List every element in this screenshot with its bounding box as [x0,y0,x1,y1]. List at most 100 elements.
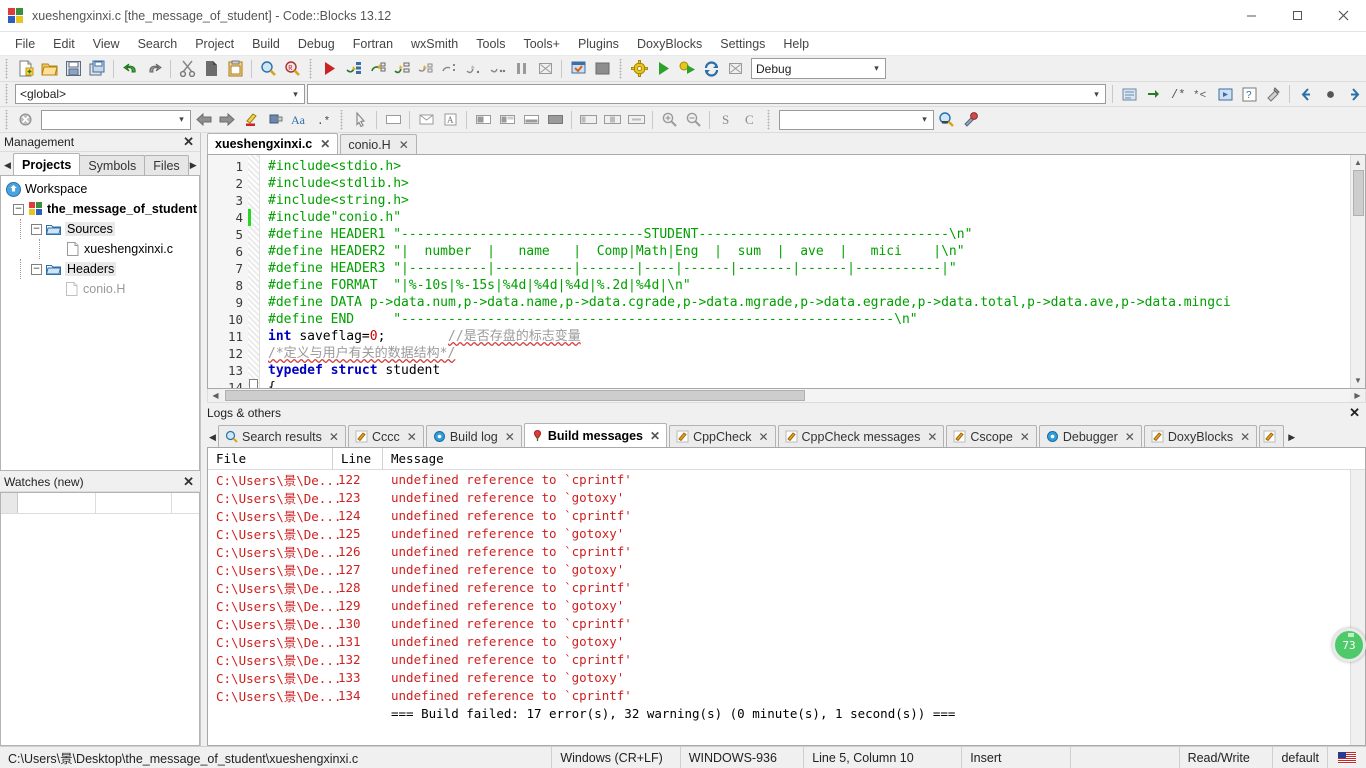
debug-next-instruction-icon[interactable] [414,58,436,80]
code-line[interactable]: #define HEADER1 "-----------------------… [268,226,1350,243]
tab-projects[interactable]: Projects [13,153,81,175]
copy-icon[interactable] [200,58,222,80]
collapse-icon[interactable]: − [13,203,24,215]
cc-goto-icon[interactable] [1142,83,1164,105]
scroll-left-icon[interactable]: ◀ [208,389,223,402]
toolbar-grip[interactable] [338,109,345,130]
zoom-in-icon[interactable] [658,109,680,131]
close-icon[interactable]: ✕ [1349,405,1360,421]
watches-row[interactable] [1,493,199,514]
close-icon[interactable]: ✕ [650,429,660,443]
close-icon[interactable]: ✕ [399,138,409,152]
layout-right-icon[interactable] [496,109,518,131]
menu-debug[interactable]: Debug [289,34,344,54]
scroll-thumb[interactable] [225,389,805,401]
goto-input[interactable]: ▾ [779,109,934,130]
run-build-icon[interactable] [652,58,674,80]
close-icon[interactable]: ✕ [1240,430,1250,444]
marker-margin[interactable]: − [248,155,260,388]
build-summary-row[interactable]: === Build failed: 17 error(s), 32 warnin… [208,704,1350,722]
nav-bookmark-icon[interactable] [1319,83,1341,105]
editor-tab-xueshengxinxi[interactable]: xueshengxinxi.c ✕ [207,133,339,155]
log-tab-cppcheck[interactable]: CppCheck ✕ [669,425,776,447]
close-icon[interactable]: ✕ [1020,430,1030,444]
scope-combo[interactable]: <global> ▾ [15,84,305,104]
find-input[interactable]: ▾ [41,109,191,130]
tab-scroll-left-icon[interactable]: ◀ [207,428,218,447]
debug-step-out-icon[interactable] [390,58,412,80]
tab-scroll-right-icon[interactable]: ▶ [1286,428,1297,447]
watches-grid[interactable] [0,492,200,746]
code-line[interactable]: #define DATA p->data.num,p->data.name,p-… [268,294,1350,311]
code-line[interactable]: #include<stdio.h> [268,158,1350,175]
code-line[interactable]: #define HEADER2 "| number | name | Comp|… [268,243,1350,260]
open-file-icon[interactable] [38,58,60,80]
log-tab-cppcheck-messages[interactable]: CppCheck messages ✕ [777,425,945,447]
align-expand-icon[interactable] [625,109,647,131]
close-icon[interactable]: ✕ [183,474,194,490]
menu-settings[interactable]: Settings [711,34,774,54]
toolbar-grip[interactable] [765,109,772,130]
undo-icon[interactable] [119,58,141,80]
close-button[interactable] [1320,0,1366,32]
toolbar-grip[interactable] [3,109,10,130]
nav-back-icon[interactable] [1295,83,1317,105]
tree-node-project[interactable]: − the_message_of_student [1,199,199,219]
build-message-row[interactable]: C:\Users\景\De... 133 undefined reference t… [208,668,1350,686]
abort-build-icon[interactable] [724,58,746,80]
find-previous-icon[interactable] [192,109,214,131]
toolbar-grip[interactable] [3,58,10,79]
debug-stop-alt-icon[interactable] [486,58,508,80]
settings-wrench-icon[interactable] [959,109,981,131]
close-icon[interactable]: ✕ [183,134,194,150]
menu-help[interactable]: Help [774,34,818,54]
code-line[interactable]: #include<string.h> [268,192,1350,209]
menu-search[interactable]: Search [129,34,187,54]
watches-row-handle[interactable] [1,493,18,513]
menu-doxyblocks[interactable]: DoxyBlocks [628,34,711,54]
tree-node-workspace[interactable]: Workspace [1,179,199,199]
build-message-row[interactable]: C:\Users\景\De... 126 undefined reference t… [208,542,1350,560]
column-header-file[interactable]: File [208,448,333,470]
search-icon[interactable] [257,58,279,80]
wxsmith-envelope-icon[interactable] [415,109,437,131]
scroll-right-icon[interactable]: ▶ [1350,389,1365,402]
watches-cell-value[interactable] [96,493,172,513]
scroll-thumb[interactable] [1352,170,1364,217]
layout-bottom-icon[interactable] [520,109,542,131]
toolbar-grip[interactable] [617,58,624,79]
highlight-icon[interactable] [240,109,262,131]
align-center-icon[interactable] [601,109,623,131]
build-message-row[interactable]: C:\Users\景\De... 130 undefined reference t… [208,614,1350,632]
log-tab-doxyblocks[interactable]: DoxyBlocks ✕ [1143,425,1258,447]
project-tree[interactable]: Workspace − the_message_of_student − Sou… [0,175,200,471]
debug-pause-icon[interactable] [510,58,532,80]
log-tab-cscope[interactable]: Cscope ✕ [946,425,1037,447]
tree-node-sources[interactable]: − Sources [20,219,199,239]
close-icon[interactable]: ✕ [505,430,515,444]
code-editor[interactable]: 1234567891011121314 − #include<stdio.h>#… [207,154,1366,389]
smith-c-icon[interactable]: C [739,109,761,131]
cc-comment-icon[interactable]: /** [1166,83,1188,105]
close-icon[interactable]: ✕ [407,430,417,444]
log-tab-build-messages[interactable]: Build messages ✕ [523,423,668,447]
column-header-line[interactable]: Line [333,448,383,470]
tree-node-headers[interactable]: − Headers [20,259,199,279]
code-text[interactable]: #include<stdio.h> #include<stdlib.h> #incl… [260,155,1350,387]
floating-progress-badge[interactable]: 73 [1332,628,1366,662]
close-icon[interactable]: ✕ [758,430,768,444]
code-line[interactable]: int saveflag=0; //是否存盘的标志变量 [268,328,1350,345]
build-message-row[interactable]: C:\Users\景\De... 134 undefined reference t… [208,686,1350,704]
menu-edit[interactable]: Edit [44,34,84,54]
menu-file[interactable]: File [6,34,44,54]
zoom-out-icon[interactable] [682,109,704,131]
menu-project[interactable]: Project [186,34,243,54]
debugging-windows-icon[interactable] [567,58,589,80]
search-replace-icon[interactable]: R [281,58,303,80]
redo-icon[interactable] [143,58,165,80]
watches-cell-type[interactable] [172,493,199,513]
wxsmith-text-icon[interactable]: A [439,109,461,131]
doxy-run-icon[interactable] [1214,83,1236,105]
debug-run-to-cursor-icon[interactable] [462,58,484,80]
menu-build[interactable]: Build [243,34,289,54]
